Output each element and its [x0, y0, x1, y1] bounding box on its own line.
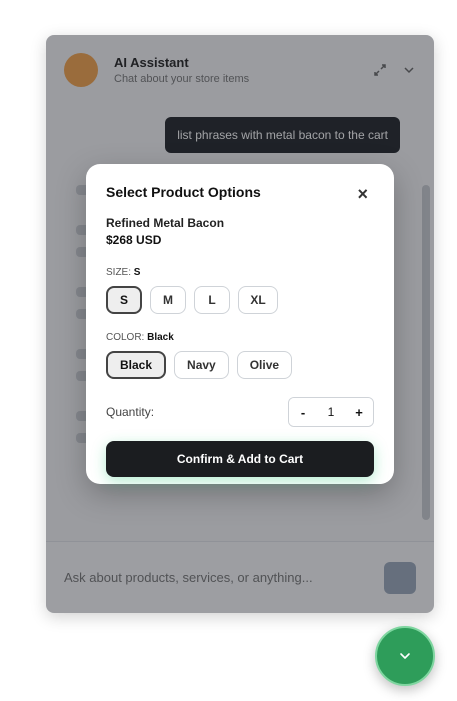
quantity-label: Quantity:	[106, 405, 155, 419]
product-options-modal: Select Product Options × Refined Metal B…	[86, 164, 394, 484]
color-options: Black Navy Olive	[106, 351, 374, 379]
color-option-olive[interactable]: Olive	[236, 351, 293, 379]
product-price: $268 USD	[106, 233, 162, 247]
quantity-row: Quantity: - 1 +	[106, 397, 374, 427]
size-option-m[interactable]: M	[150, 286, 186, 314]
color-label-text: COLOR:	[106, 332, 145, 343]
size-options: S M L XL	[106, 286, 374, 314]
chat-toggle-button[interactable]	[375, 626, 435, 686]
close-icon[interactable]: ×	[357, 185, 368, 203]
quantity-decrement-button[interactable]: -	[289, 398, 317, 426]
size-option-xl[interactable]: XL	[238, 286, 278, 314]
size-selected-value: S	[133, 267, 141, 278]
modal-title: Select Product Options	[106, 184, 261, 200]
quantity-stepper: - 1 +	[288, 397, 374, 427]
quantity-value: 1	[327, 405, 335, 419]
size-label-text: SIZE:	[106, 267, 132, 278]
size-option-l[interactable]: L	[194, 286, 230, 314]
confirm-add-to-cart-button[interactable]: Confirm & Add to Cart	[106, 441, 374, 477]
product-name: Refined Metal Bacon	[106, 216, 225, 230]
color-selected-value: Black	[147, 332, 174, 343]
color-option-navy[interactable]: Navy	[174, 351, 229, 379]
size-option-s[interactable]: S	[106, 286, 142, 314]
chevron-down-icon	[400, 653, 410, 659]
size-label: SIZE: S	[106, 267, 374, 278]
quantity-increment-button[interactable]: +	[345, 398, 373, 426]
color-label: COLOR: Black	[106, 332, 374, 343]
color-option-black[interactable]: Black	[106, 351, 167, 379]
